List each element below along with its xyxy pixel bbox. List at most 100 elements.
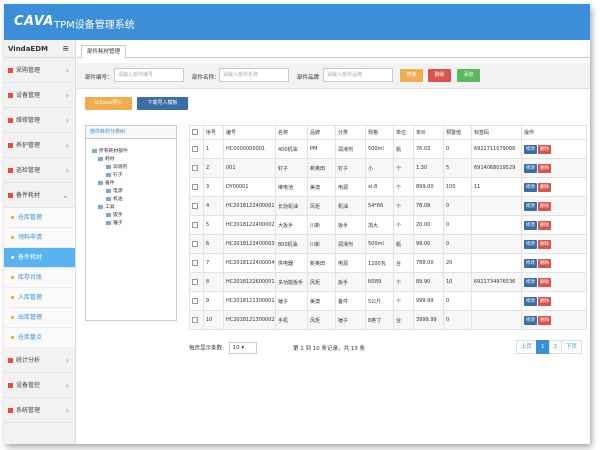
row-checkbox[interactable] xyxy=(192,278,198,285)
table-cell: 钉子 xyxy=(275,158,308,178)
sub-item-inbound[interactable]: 入库管理 xyxy=(4,288,75,308)
edit-button[interactable]: 修改 xyxy=(524,296,537,306)
tree-node[interactable]: 电源 xyxy=(106,188,123,195)
sidebar-item-maintenance[interactable]: 养护管理 › xyxy=(4,133,75,158)
row-delete-button[interactable]: 删除 xyxy=(538,144,551,154)
tab-parts-management[interactable]: 部件耗材管理 xyxy=(81,45,127,58)
table-cell: 788.00 xyxy=(413,253,444,273)
download-template-button[interactable]: 下载导入模板 xyxy=(137,97,188,110)
tree-node-root[interactable]: 所有耗材部件 xyxy=(92,148,128,155)
part-code-input[interactable]: 请输入部件编号 xyxy=(114,68,184,82)
header-checkbox-cell[interactable] xyxy=(189,125,204,140)
row-delete-button[interactable]: 删除 xyxy=(538,220,551,230)
row-checkbox-cell[interactable] xyxy=(189,139,204,159)
sidebar-item-spare-parts[interactable]: 备件耗材 ⌄ xyxy=(4,183,75,208)
search-button[interactable]: 搜索 xyxy=(400,69,423,82)
tree-node[interactable]: 润滑剂 xyxy=(106,164,127,171)
menu-toggle-icon[interactable]: ≡ xyxy=(62,40,69,58)
import-excel-button[interactable]: 从Excel导入 xyxy=(85,97,132,110)
tree-node[interactable]: 机油 xyxy=(106,196,123,203)
page-size-label: 每页显示条数: xyxy=(189,345,224,352)
row-delete-button[interactable]: 删除 xyxy=(538,201,551,211)
part-name-input[interactable]: 请输入部件名称 xyxy=(219,68,289,82)
sub-item-label: 仓库管理 xyxy=(18,214,43,221)
row-checkbox[interactable] xyxy=(192,240,198,247)
row-checkbox[interactable] xyxy=(192,316,198,323)
sub-item-parts[interactable]: 备件耗材 xyxy=(4,248,75,268)
table-cell: 润滑剂 xyxy=(335,139,366,159)
tree-node[interactable]: 备件 xyxy=(98,180,115,187)
sub-item-stock-ledger[interactable]: 库存台账 xyxy=(4,268,75,288)
sub-item-requisition[interactable]: 领料申请 xyxy=(4,228,75,248)
delete-button[interactable]: 删除 xyxy=(428,69,451,82)
row-checkbox[interactable] xyxy=(192,183,198,190)
table-row: 8 HC2018122600001 多功能扳手 风炬 扳手 N589 个 89.90 10 692… xyxy=(189,272,587,292)
sub-item-outbound[interactable]: 出库管理 xyxy=(4,308,75,328)
folder-icon xyxy=(98,204,103,209)
edit-button[interactable]: 修改 xyxy=(524,201,537,211)
row-checkbox-cell[interactable] xyxy=(189,253,204,273)
row-checkbox-cell[interactable] xyxy=(189,215,204,235)
tree-node[interactable]: 锤子 xyxy=(106,220,123,227)
row-delete-button[interactable]: 删除 xyxy=(538,182,551,192)
table-cell: 川新 xyxy=(307,215,336,235)
tree-node[interactable]: 工具 xyxy=(98,204,115,211)
edit-button[interactable]: 修改 xyxy=(524,315,537,325)
edit-button[interactable]: 修改 xyxy=(524,144,537,154)
sidebar-item-system[interactable]: 系统管理 › xyxy=(4,398,75,423)
row-checkbox[interactable] xyxy=(192,164,198,171)
next-page-button[interactable]: 下页 xyxy=(561,340,583,354)
edit-button[interactable]: 修改 xyxy=(524,258,537,268)
chevron-right-icon: › xyxy=(65,141,69,150)
row-checkbox[interactable] xyxy=(192,202,198,209)
row-delete-button[interactable]: 删除 xyxy=(538,277,551,287)
row-delete-button[interactable]: 删除 xyxy=(538,315,551,325)
table-cell xyxy=(471,253,522,273)
column-header: 序号 xyxy=(203,125,224,140)
sidebar-item-equipment[interactable]: 设备管理 › xyxy=(4,83,75,108)
edit-button[interactable]: 修改 xyxy=(524,277,537,287)
edit-button[interactable]: 修改 xyxy=(524,182,537,192)
page-size-select[interactable]: 10 ▾ xyxy=(228,342,257,354)
row-delete-button[interactable]: 删除 xyxy=(538,163,551,173)
sidebar-item-repair[interactable]: 维修管理 › xyxy=(4,108,75,133)
tree-node[interactable]: 耗材 xyxy=(98,156,115,163)
row-delete-button[interactable]: 删除 xyxy=(538,258,551,268)
table-cell: HC2018122400004 xyxy=(223,253,276,273)
row-checkbox-cell[interactable] xyxy=(189,158,204,178)
row-checkbox-cell[interactable] xyxy=(189,291,204,311)
tree-node[interactable]: 钉子 xyxy=(106,172,123,179)
table-cell: 8英寸 xyxy=(365,310,394,330)
page-button-1[interactable]: 1 xyxy=(536,340,550,354)
edit-button[interactable]: 修改 xyxy=(524,220,537,230)
sidebar-item-inspection[interactable]: 巡检管理 › xyxy=(4,158,75,183)
edit-button[interactable]: 修改 xyxy=(524,239,537,249)
row-checkbox-cell[interactable] xyxy=(189,310,204,330)
add-button[interactable]: 添加 xyxy=(457,69,480,82)
edit-button[interactable]: 修改 xyxy=(524,163,537,173)
row-delete-button[interactable]: 删除 xyxy=(538,296,551,306)
row-checkbox-cell[interactable] xyxy=(189,272,204,292)
row-checkbox[interactable] xyxy=(192,145,198,152)
sub-item-label: 仓库盘点 xyxy=(18,334,43,341)
row-checkbox[interactable] xyxy=(192,259,198,266)
sidebar-item-statistics[interactable]: 统计分析 › xyxy=(4,348,75,373)
row-checkbox-cell[interactable] xyxy=(189,177,204,197)
page-button-2[interactable]: 2 xyxy=(548,340,563,354)
row-checkbox-cell[interactable] xyxy=(189,196,204,216)
file-icon xyxy=(106,164,111,169)
row-checkbox[interactable] xyxy=(192,221,198,228)
row-checkbox-cell[interactable] xyxy=(189,234,204,254)
sub-item-warehouse[interactable]: 仓库管理 xyxy=(4,208,75,228)
folder-icon xyxy=(98,180,103,185)
sidebar-item-purchase[interactable]: 采购管理 › xyxy=(4,58,75,83)
part-brand-input[interactable]: 请输入部件品牌 xyxy=(323,68,393,82)
tree-node[interactable]: 扳手 xyxy=(106,212,123,219)
sidebar-item-control[interactable]: 设备管控 › xyxy=(4,373,75,398)
sub-item-inventory[interactable]: 仓库盘点 xyxy=(4,328,75,348)
select-all-checkbox[interactable] xyxy=(192,129,198,136)
prev-page-button[interactable]: 上页 xyxy=(516,340,538,354)
row-checkbox[interactable] xyxy=(192,297,198,304)
table-cell: 100 xyxy=(443,177,472,197)
row-delete-button[interactable]: 删除 xyxy=(538,239,551,249)
